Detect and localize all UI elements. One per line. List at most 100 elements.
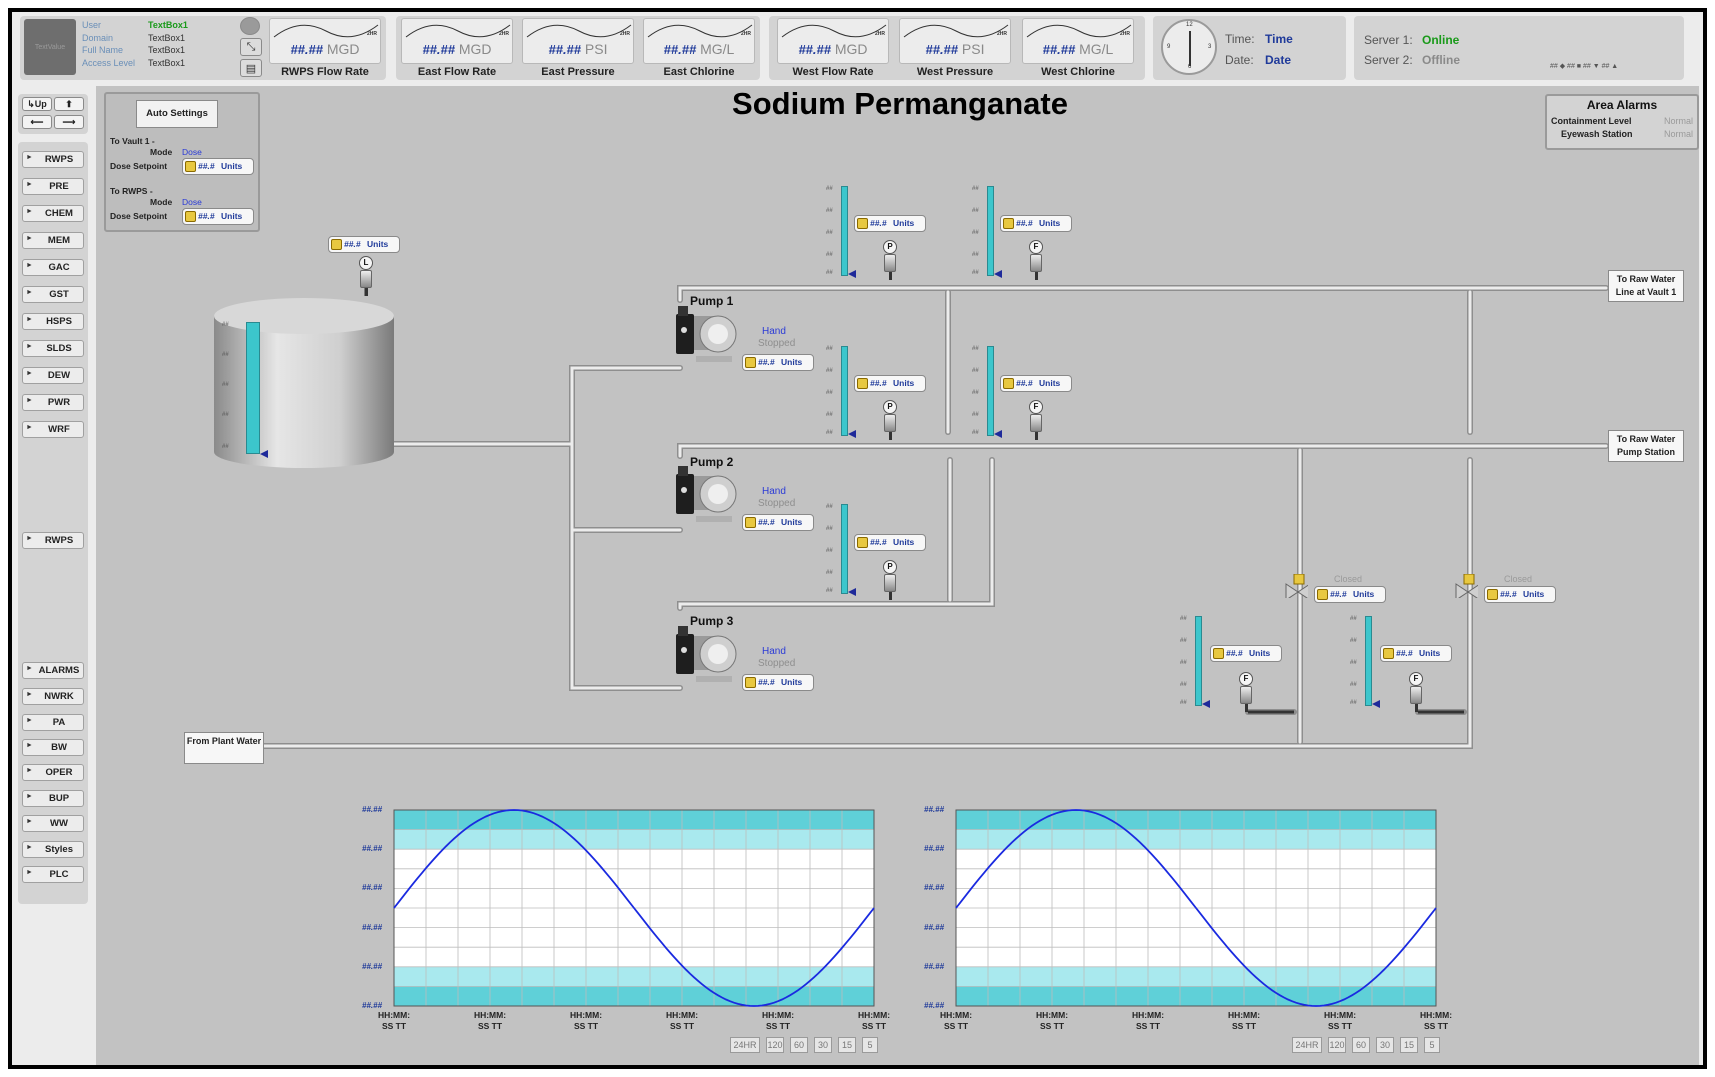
trend-plot	[393, 809, 875, 1007]
flow-2-field[interactable]: ##.# Units	[1000, 375, 1072, 392]
field-value: ##.#	[1500, 589, 1517, 599]
pump-3-icon[interactable]	[674, 626, 738, 686]
rwps-mode-value[interactable]: Dose	[182, 197, 202, 207]
bar-tick: ##	[826, 548, 833, 554]
pressure-transmitter-2[interactable]: P	[880, 400, 900, 440]
bar-tick: ##	[1180, 700, 1187, 706]
bar-tick: ##	[972, 270, 979, 276]
level-tick: ##	[222, 322, 229, 328]
field-unit: Units	[221, 161, 243, 171]
pressure-bargraph-3: ## ## ## ## ##	[826, 504, 856, 596]
trend-range-button[interactable]: 15	[1400, 1037, 1418, 1053]
valve-2-icon[interactable]	[1454, 574, 1478, 598]
transmitter-body	[884, 254, 896, 272]
field-unit: Units	[1039, 218, 1061, 228]
pressure-transmitter-1[interactable]: P	[880, 240, 900, 280]
transmitter-base	[889, 432, 892, 440]
field-unit: Units	[893, 378, 915, 388]
trend-range-button[interactable]: 24HR	[1292, 1037, 1322, 1053]
field-unit: Units	[781, 517, 803, 527]
x-tick-label: HH:MM: SS TT	[473, 1010, 507, 1031]
discharge-pressure-3-field[interactable]: ##.# Units	[854, 534, 926, 551]
flow-1-field[interactable]: ##.# Units	[1000, 215, 1072, 232]
bar-pointer-icon	[1202, 700, 1210, 708]
pipe-outlines	[259, 285, 1609, 749]
pump-3-speed-field[interactable]: ##.# Units	[742, 674, 814, 691]
trend-chart-2[interactable]: ##.## ##.## ##.## ##.## ##.## ##.## HH:MM: SS T…	[920, 800, 1452, 1053]
lock-icon	[185, 161, 196, 172]
valve-2-state: Closed	[1504, 574, 1533, 584]
transmitter-base	[1415, 704, 1418, 712]
trend-range-button[interactable]: 60	[790, 1037, 808, 1053]
trend-range-button[interactable]: 24HR	[730, 1037, 760, 1053]
trend-chart-1[interactable]: ##.## ##.## ##.## ##.## ##.## ##.## HH:MM: SS T…	[358, 800, 890, 1053]
flow-transmitter-4[interactable]: F	[1406, 672, 1426, 712]
x-tick-label: HH:MM: SS TT	[377, 1010, 411, 1031]
trend-range-button[interactable]: 30	[814, 1037, 832, 1053]
valve-1-icon[interactable]	[1284, 574, 1308, 598]
bar-tick: ##	[826, 230, 833, 236]
flow-bargraph-2: ## ## ## ## ##	[972, 346, 1002, 438]
flow-transmitter-2[interactable]: F	[1026, 400, 1046, 440]
bar-pointer-icon	[848, 430, 856, 438]
pump-2-icon[interactable]	[674, 466, 738, 526]
trend-range-button[interactable]: 30	[1376, 1037, 1394, 1053]
rwps-header: To RWPS -	[110, 186, 153, 196]
lock-icon	[1003, 378, 1014, 389]
bar-tick: ##	[1180, 638, 1187, 644]
field-value: ##.#	[1330, 589, 1347, 599]
bar-tick: ##	[972, 412, 979, 418]
y-tick-label: ##.##	[362, 922, 383, 932]
trend-band	[956, 986, 1436, 1006]
dest-vault-1[interactable]: To Raw Water Line at Vault 1	[1608, 270, 1684, 302]
auto-settings-button[interactable]: Auto Settings	[136, 100, 218, 128]
y-tick-label: ##.##	[362, 844, 383, 854]
trend-range-button[interactable]: 120	[766, 1037, 784, 1053]
trend-range-button[interactable]: 15	[838, 1037, 856, 1053]
discharge-pressure-2-field[interactable]: ##.# Units	[854, 375, 926, 392]
valve-2-position-field[interactable]: ##.# Units	[1484, 586, 1556, 603]
bar-tick: ##	[1350, 682, 1357, 688]
pump-1-speed-field[interactable]: ##.# Units	[742, 354, 814, 371]
vault-setpoint-field[interactable]: ##.# Units	[182, 158, 254, 175]
discharge-pressure-1-field[interactable]: ##.# Units	[854, 215, 926, 232]
bargraph-fill	[841, 346, 848, 436]
field-value: ##.#	[758, 517, 775, 527]
trend-band	[956, 810, 1436, 830]
transmitter-base	[889, 592, 892, 600]
area-alarms-panel: Area Alarms Containment Level Normal Eye…	[1545, 94, 1699, 150]
level-transmitter[interactable]: L	[356, 256, 376, 296]
bar-tick: ##	[1350, 616, 1357, 622]
bar-tick: ##	[1180, 660, 1187, 666]
y-tick-label: ##.##	[924, 805, 945, 814]
flow-transmitter-1[interactable]: F	[1026, 240, 1046, 280]
pump-1-icon[interactable]	[674, 306, 738, 366]
source-plant-water[interactable]: From Plant Water	[184, 732, 264, 764]
tank-level-field[interactable]: ##.# Units	[328, 236, 400, 253]
dest-pump-station[interactable]: To Raw Water Pump Station	[1608, 430, 1684, 462]
y-tick-label: ##.##	[362, 883, 383, 893]
trend-range-button[interactable]: 60	[1352, 1037, 1370, 1053]
bargraph-fill	[841, 186, 848, 276]
instrument-tag: F	[1409, 672, 1423, 686]
field-value: ##.#	[198, 161, 215, 171]
transmitter-base	[1035, 432, 1038, 440]
flow-3-field[interactable]: ##.# Units	[1210, 645, 1282, 662]
rwps-setpoint-field[interactable]: ##.# Units	[182, 208, 254, 225]
alarm-eyewash-value: Normal	[1664, 129, 1694, 139]
instrument-tag: F	[1239, 672, 1253, 686]
pressure-transmitter-3[interactable]: P	[880, 560, 900, 600]
alarm-eyewash-label: Eyewash Station	[1561, 129, 1633, 139]
x-tick-label: HH:MM: SS TT	[1227, 1010, 1261, 1031]
trend-range-button[interactable]: 5	[1424, 1037, 1440, 1053]
valve-1-position-field[interactable]: ##.# Units	[1314, 586, 1386, 603]
field-value: ##.#	[1396, 648, 1413, 658]
flow-transmitter-3[interactable]: F	[1236, 672, 1256, 712]
transmitter-base	[365, 288, 368, 296]
y-tick-label: ##.##	[362, 961, 383, 971]
trend-range-button[interactable]: 5	[862, 1037, 878, 1053]
trend-range-button[interactable]: 120	[1328, 1037, 1346, 1053]
flow-4-field[interactable]: ##.# Units	[1380, 645, 1452, 662]
vault-mode-value[interactable]: Dose	[182, 147, 202, 157]
pump-2-speed-field[interactable]: ##.# Units	[742, 514, 814, 531]
